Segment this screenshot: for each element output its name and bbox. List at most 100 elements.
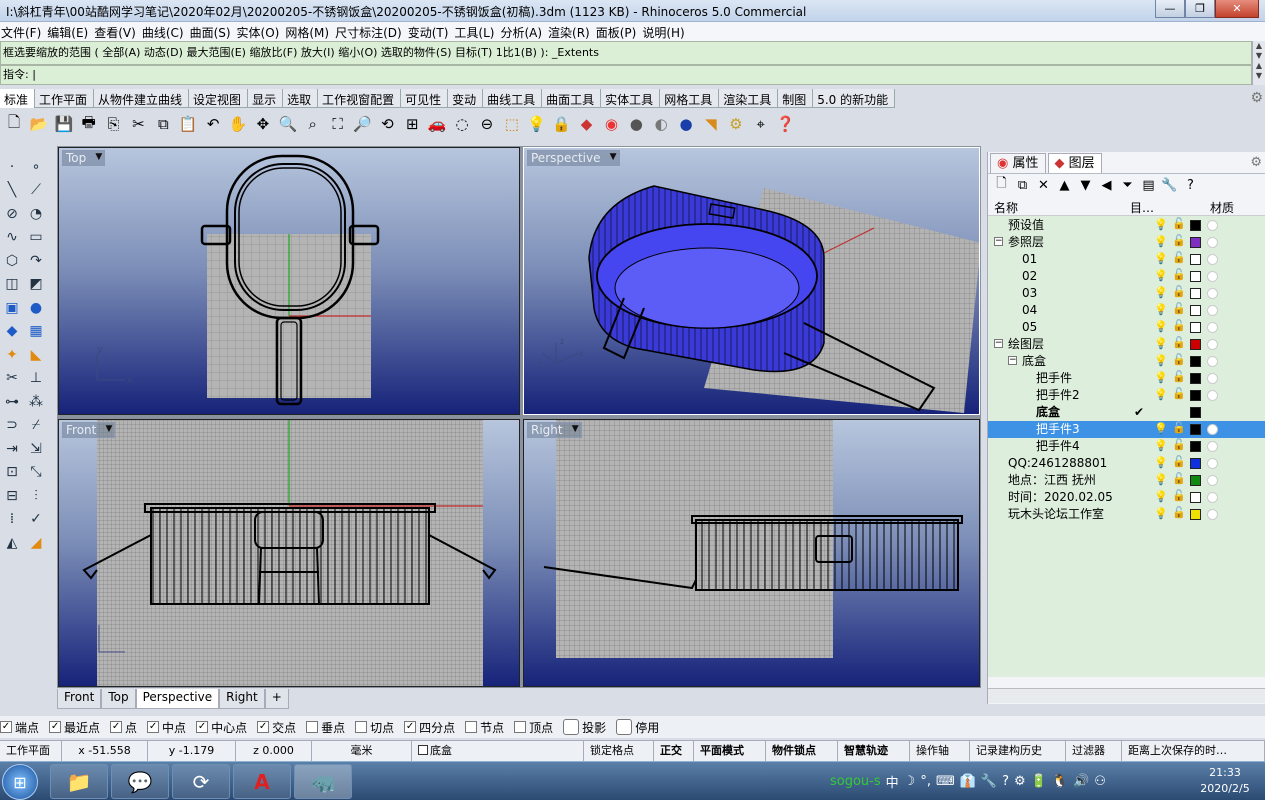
tab-render-tools[interactable]: 渲染工具 — [719, 89, 779, 108]
material-icon[interactable] — [1207, 458, 1218, 469]
menu-transform[interactable]: 变动(T) — [407, 22, 454, 41]
surface-icon[interactable]: ◫ — [0, 273, 24, 297]
layer-color-swatch[interactable] — [1190, 509, 1201, 520]
osnap-checkbox[interactable] — [514, 721, 527, 733]
group-icon[interactable]: ⊃ — [0, 414, 24, 438]
tab-display[interactable]: 显示 — [248, 89, 284, 108]
osnap-option[interactable]: 停用 — [616, 719, 659, 736]
layer-row[interactable]: 05 💡 🔓 — [988, 319, 1265, 336]
layer-color-swatch[interactable] — [1190, 373, 1201, 384]
lock-icon[interactable]: 🔓 — [1172, 319, 1186, 332]
osnap-option[interactable]: 垂点 — [306, 719, 345, 736]
osnap-checkbox[interactable]: ✓ — [147, 721, 160, 733]
layer-name[interactable]: 04 — [1022, 302, 1037, 319]
tab-drafting[interactable]: 制图 — [778, 89, 814, 108]
rotate-3d-icon[interactable]: ⟲ — [375, 112, 399, 136]
lock-icon[interactable]: 🔓 — [1172, 285, 1186, 298]
gear-icon[interactable]: ⚙ — [724, 112, 748, 136]
material-icon[interactable] — [1207, 356, 1218, 367]
new-sublayer-icon[interactable]: ⧉ — [1012, 178, 1033, 193]
dot-tools-icon[interactable]: ∘ — [24, 155, 48, 179]
vtab-top[interactable]: Top — [101, 689, 136, 709]
command-scrollbar[interactable]: ▲ ▼ ▲ ▼ — [1252, 41, 1265, 85]
menu-curve[interactable]: 曲线(C) — [141, 22, 189, 41]
volume-icon[interactable]: 🔊 — [1073, 774, 1089, 789]
curve-icon[interactable]: ∿ — [0, 226, 24, 250]
tab-visibility[interactable]: 可见性 — [401, 89, 449, 108]
visibility-bulb-icon[interactable]: 💡 — [1154, 286, 1168, 299]
lock-icon[interactable]: 🔓 — [1172, 336, 1186, 349]
lock-icon[interactable]: 🔓 — [1172, 489, 1186, 502]
osnap-checkbox[interactable]: ✓ — [110, 721, 123, 733]
solid-icon[interactable]: ◆ — [0, 320, 24, 344]
visibility-bulb-icon[interactable]: 💡 — [1154, 320, 1168, 333]
menu-tools[interactable]: 工具(L) — [453, 22, 499, 41]
file-explorer-icon[interactable]: 📁 — [50, 764, 108, 799]
osnap-option[interactable]: 投影 — [563, 719, 606, 736]
layer-name[interactable]: 01 — [1022, 251, 1037, 268]
restore-button[interactable]: ❐ — [1185, 0, 1215, 18]
offset-icon[interactable]: ⫶ — [24, 484, 48, 508]
layer-name[interactable]: 05 — [1022, 319, 1037, 336]
help-icon[interactable]: ? — [1002, 774, 1009, 789]
close-button[interactable]: ✕ — [1215, 0, 1259, 18]
autocad-icon[interactable]: A — [233, 764, 291, 799]
layer-row[interactable]: 预设值 💡 🔓 — [988, 217, 1265, 234]
material-icon[interactable] — [1207, 339, 1218, 350]
box-icon[interactable]: ▣ — [0, 296, 24, 320]
sogou-icon[interactable]: sogou-s — [830, 774, 881, 789]
split-icon[interactable]: ⊥ — [24, 367, 48, 391]
status-filter[interactable]: 过滤器 — [1066, 741, 1122, 761]
visibility-bulb-icon[interactable]: 💡 — [1154, 235, 1168, 248]
skin-icon[interactable]: 👔 — [960, 774, 976, 789]
tab-viewport-layout[interactable]: 工作视窗配置 — [318, 89, 402, 108]
move-parent-icon[interactable]: ◀ — [1096, 178, 1117, 193]
material-icon[interactable] — [1207, 373, 1218, 384]
osnap-option[interactable]: ✓ 四分点 — [404, 719, 455, 736]
visibility-bulb-icon[interactable]: 💡 — [1154, 337, 1168, 350]
material-icon[interactable] — [1207, 322, 1218, 333]
tab-solid-tools[interactable]: 实体工具 — [601, 89, 661, 108]
vtab-right[interactable]: Right — [219, 689, 265, 709]
status-layer[interactable]: 底盒 — [412, 741, 584, 761]
browser-icon[interactable]: ⟳ — [172, 764, 230, 799]
lock-icon[interactable]: 🔓 — [1172, 353, 1186, 366]
hide-icon[interactable]: ◌ — [450, 112, 474, 136]
network-icon[interactable]: ⚇ — [1094, 774, 1106, 789]
layer-name[interactable]: 预设值 — [1008, 217, 1044, 234]
car-object-icon[interactable]: 🚗 — [425, 112, 449, 136]
layer-color-swatch[interactable] — [1190, 441, 1201, 452]
layer-color-swatch[interactable] — [1190, 237, 1201, 248]
help-icon[interactable]: ❓ — [774, 112, 798, 136]
material-icon[interactable] — [1207, 220, 1218, 231]
viewport-top[interactable]: y x Top ▼ — [58, 147, 520, 415]
tab-curve-from-objects[interactable]: 从物件建立曲线 — [94, 89, 190, 108]
column-material[interactable]: 材质 — [1210, 199, 1234, 216]
menu-view[interactable]: 查看(V) — [93, 22, 141, 41]
lock-icon[interactable]: 🔓 — [1172, 387, 1186, 400]
status-smarttrack[interactable]: 智慧轨迹 — [838, 741, 910, 761]
layer-row[interactable]: 02 💡 🔓 — [988, 268, 1265, 285]
tab-transform[interactable]: 变动 — [448, 89, 484, 108]
osnap-option[interactable]: ✓ 最近点 — [49, 719, 100, 736]
rhino-icon[interactable]: 🦏 — [294, 764, 352, 799]
render-icon[interactable]: ◢ — [24, 531, 48, 555]
lock-icon[interactable]: 🔓 — [1172, 421, 1186, 434]
rotate-view-icon[interactable]: ✥ — [251, 112, 275, 136]
four-views-icon[interactable]: ⊞ — [400, 112, 424, 136]
viewport-front[interactable]: Front ▼ — [58, 419, 520, 687]
layer-color-swatch[interactable] — [1190, 305, 1201, 316]
move-down-icon[interactable]: ▼ — [1075, 178, 1096, 193]
layer-name[interactable]: 时间：2020.02.05 — [1008, 489, 1113, 506]
punct-icon[interactable]: °, — [920, 774, 931, 789]
status-planar[interactable]: 平面模式 — [694, 741, 766, 761]
osnap-option[interactable]: ✓ 交点 — [257, 719, 296, 736]
tab-curve-tools[interactable]: 曲线工具 — [483, 89, 543, 108]
add-viewport-button[interactable]: + — [264, 689, 289, 709]
arc-icon[interactable]: ◔ — [24, 202, 48, 226]
layer-row[interactable]: 01 💡 🔓 — [988, 251, 1265, 268]
material-icon[interactable] — [1207, 254, 1218, 265]
layer-color-swatch[interactable] — [1190, 271, 1201, 282]
rotate-icon[interactable]: ⊡ — [0, 461, 24, 485]
layer-name[interactable]: 玩木头论坛工作室 — [1008, 506, 1104, 523]
